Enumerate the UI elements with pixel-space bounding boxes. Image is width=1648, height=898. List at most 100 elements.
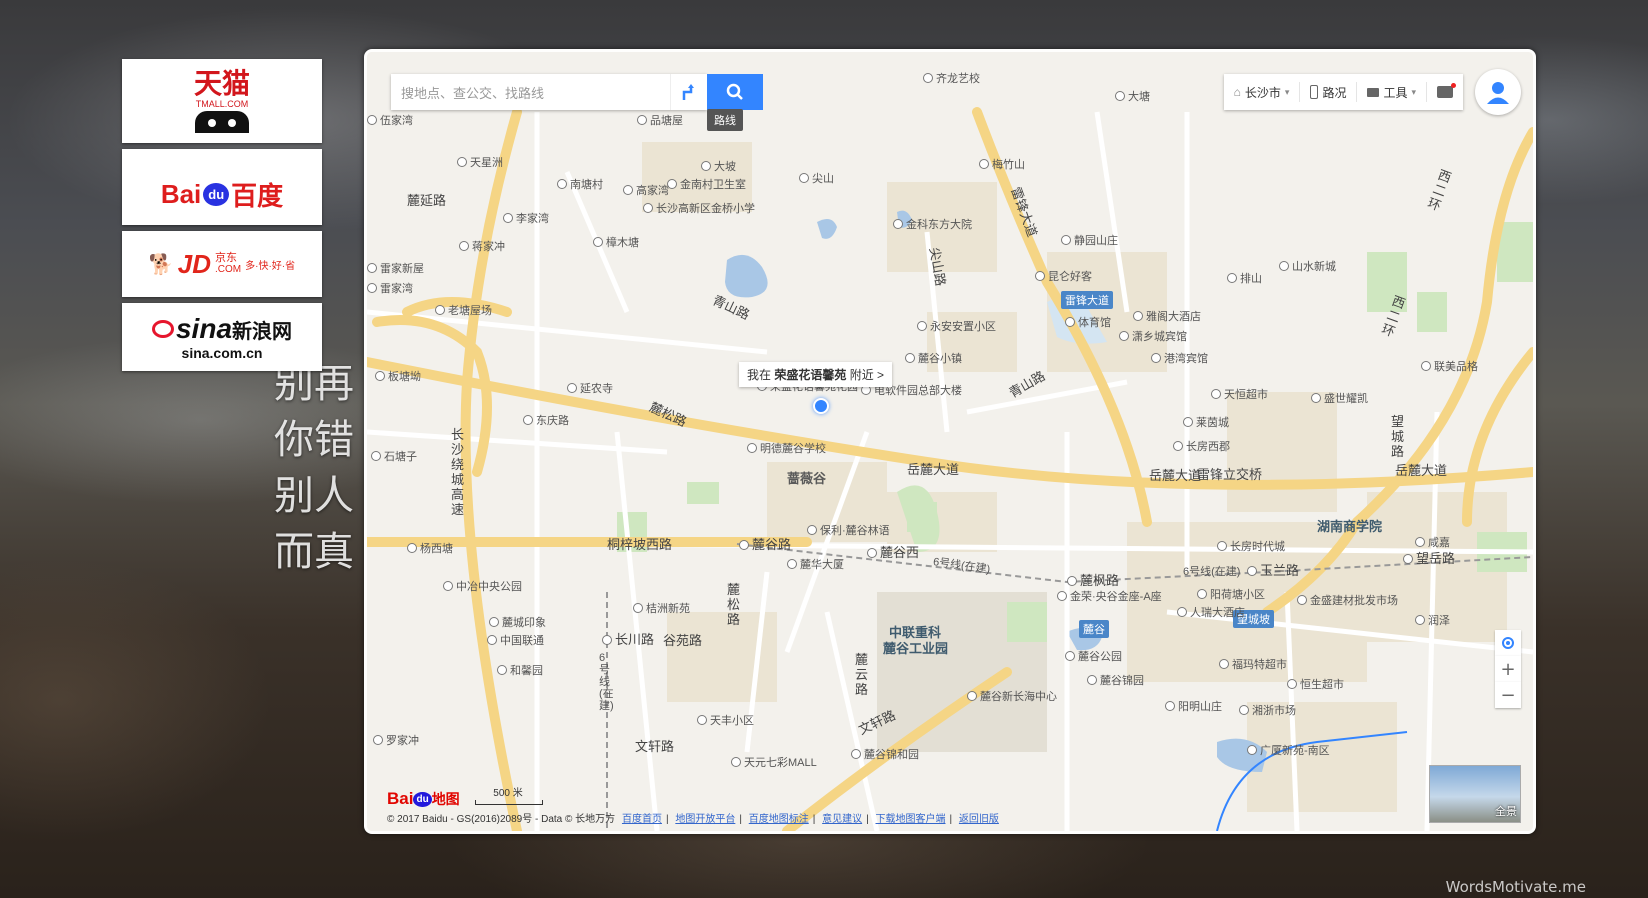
- poi-label[interactable]: 福玛特超市: [1219, 656, 1287, 672]
- poi-label[interactable]: 东庆路: [523, 412, 569, 428]
- poi-label[interactable]: 麓谷公园: [1065, 648, 1122, 664]
- poi-label[interactable]: 长房西郡: [1173, 438, 1230, 454]
- search-bar[interactable]: 搜地点、查公交、找路线: [391, 74, 707, 110]
- poi-label[interactable]: 天丰小区: [697, 712, 754, 728]
- poi-label[interactable]: 天元七彩MALL: [731, 754, 817, 770]
- poi-label[interactable]: 板塘坳: [375, 368, 421, 384]
- poi-label[interactable]: 延农寺: [567, 380, 613, 396]
- footer-link[interactable]: 下载地图客户端: [876, 814, 946, 825]
- message-button[interactable]: [1427, 82, 1463, 102]
- poi-label[interactable]: 雅阁大酒店: [1133, 308, 1201, 324]
- poi-label[interactable]: 中国联通: [487, 632, 544, 648]
- search-button[interactable]: [707, 74, 763, 110]
- map-canvas[interactable]: [367, 52, 1533, 831]
- poi-label[interactable]: 盛世耀凯: [1311, 390, 1368, 406]
- traffic-button[interactable]: 路况: [1300, 82, 1358, 102]
- poi-label[interactable]: 蒋家冲: [459, 238, 505, 254]
- poi-label[interactable]: 永安安置小区: [917, 318, 996, 334]
- search-input[interactable]: 搜地点、查公交、找路线: [391, 83, 670, 102]
- poi-label[interactable]: 尖山: [799, 170, 834, 186]
- poi-label[interactable]: 金南村卫生室: [667, 176, 746, 192]
- tmall-logo-link[interactable]: 天猫 TMALL.COM: [122, 59, 322, 143]
- user-avatar-button[interactable]: [1475, 69, 1521, 115]
- footer-link[interactable]: 百度首页: [622, 814, 662, 825]
- poi-label[interactable]: 高家湾: [623, 182, 669, 198]
- poi-label[interactable]: 阳明山庄: [1165, 698, 1222, 714]
- tools-menu[interactable]: 工具 ▾: [1357, 82, 1427, 102]
- poi-label[interactable]: 罗家冲: [373, 732, 419, 748]
- zoom-in-button[interactable]: +: [1495, 656, 1521, 682]
- map-toolbar: ⌂ 长沙市 ▾ 路况 工具 ▾: [1223, 74, 1463, 110]
- poi-label[interactable]: 雷家新屋: [367, 260, 424, 276]
- footer-link[interactable]: 地图开放平台: [675, 814, 735, 825]
- poi-label[interactable]: 麓谷锦园: [1087, 672, 1144, 688]
- poi-label[interactable]: 大塘: [1115, 88, 1150, 104]
- poi-label[interactable]: 伍家湾: [367, 112, 413, 128]
- poi-label[interactable]: 桔洲新苑: [633, 600, 690, 616]
- poi-label[interactable]: 恒生超市: [1287, 676, 1344, 692]
- poi-label[interactable]: 梅竹山: [979, 156, 1025, 172]
- poi-label[interactable]: 排山: [1227, 270, 1262, 286]
- jd-logo-suffix: .COM: [215, 264, 242, 275]
- current-location-marker[interactable]: [813, 398, 829, 414]
- poi-label[interactable]: 麓谷小镇: [905, 350, 962, 366]
- poi-label[interactable]: 麓华大厦: [787, 556, 844, 572]
- poi-label[interactable]: 润泽: [1415, 612, 1450, 628]
- poi-label[interactable]: 齐龙艺校: [923, 70, 980, 86]
- poi-label[interactable]: 潇乡城宾馆: [1119, 328, 1187, 344]
- poi-label[interactable]: 山水新城: [1279, 258, 1336, 274]
- footer-link[interactable]: 百度地图标注: [749, 814, 809, 825]
- poi-label[interactable]: 人瑞大酒店: [1177, 604, 1245, 620]
- poi-label[interactable]: 明德麓谷学校: [747, 440, 826, 456]
- poi-label[interactable]: 湘浙市场: [1239, 702, 1296, 718]
- footer-link[interactable]: 意见建议: [822, 814, 862, 825]
- poi-label[interactable]: 港湾宾馆: [1151, 350, 1208, 366]
- poi-label[interactable]: 莱茵城: [1183, 414, 1229, 430]
- poi-name: 大塘: [1128, 91, 1150, 103]
- poi-label[interactable]: 大坡: [701, 158, 736, 174]
- poi-label[interactable]: 雷家湾: [367, 280, 413, 296]
- footer-link[interactable]: 返回旧版: [959, 814, 999, 825]
- poi-label[interactable]: 广厦新苑-南区: [1247, 742, 1330, 758]
- poi-label[interactable]: 杨西塘: [407, 540, 453, 556]
- poi-label[interactable]: 老塘屋场: [435, 302, 492, 318]
- poi-label[interactable]: 长沙高新区金桥小学: [643, 200, 755, 216]
- poi-label[interactable]: 长房时代城: [1217, 538, 1285, 554]
- poi-label[interactable]: 体育馆: [1065, 314, 1111, 330]
- poi-label[interactable]: 阳荷塘小区: [1197, 586, 1265, 602]
- poi-label[interactable]: 樟木塘: [593, 234, 639, 250]
- poi-name: 麓谷新长海中心: [980, 691, 1057, 703]
- poi-label[interactable]: 金盛建材批发市场: [1297, 592, 1398, 608]
- city-selector[interactable]: ⌂ 长沙市 ▾: [1224, 82, 1301, 102]
- baidu-logo-link[interactable]: Bai du 百度: [122, 149, 322, 225]
- poi-label[interactable]: 南塘村: [557, 176, 603, 192]
- poi-label[interactable]: 天恒超市: [1211, 386, 1268, 402]
- poi-label[interactable]: 石塘子: [371, 448, 417, 464]
- station-icon: [602, 635, 612, 645]
- chevron-down-icon: ▾: [1284, 86, 1290, 97]
- poi-label[interactable]: 咸嘉: [1415, 534, 1450, 550]
- poi-label[interactable]: 李家湾: [503, 210, 549, 226]
- poi-label[interactable]: 麓谷锦和园: [851, 746, 919, 762]
- poi-label[interactable]: 保利·麓谷林语: [807, 522, 890, 538]
- locate-button[interactable]: [1495, 630, 1521, 656]
- jd-logo-link[interactable]: 🐕 JD 京东 .COM 多·快·好·省: [122, 231, 322, 297]
- poi-label[interactable]: 中冶中央公园: [443, 578, 522, 594]
- baidu-paw-icon: du: [203, 182, 230, 206]
- poi-label[interactable]: 联美品格: [1421, 358, 1478, 374]
- poi-label[interactable]: 金科东方大院: [893, 216, 972, 232]
- poi-label[interactable]: 昆仑好客: [1035, 268, 1092, 284]
- panorama-thumbnail[interactable]: 全景: [1429, 765, 1521, 823]
- poi-label[interactable]: 金荣·央谷金座-A座: [1057, 588, 1162, 604]
- poi-label[interactable]: 麓谷新长海中心: [967, 688, 1057, 704]
- location-popup[interactable]: 我在 荣盛花语馨苑 附近 >: [739, 362, 893, 387]
- poi-label[interactable]: 和馨园: [497, 662, 543, 678]
- sina-logo-link[interactable]: sina 新浪网 sina.com.cn: [122, 303, 322, 371]
- poi-label[interactable]: 品塘屋: [637, 112, 683, 128]
- poi-label[interactable]: 天星洲: [457, 154, 503, 170]
- baidu-map-window[interactable]: 麓延路 青山路 麓松路 岳麓大道 岳麓大道 岳麓大道 桐梓坡西路 谷苑路 文轩路…: [364, 49, 1536, 834]
- poi-label[interactable]: 静园山庄: [1061, 232, 1118, 248]
- poi-label[interactable]: 麓城印象: [489, 614, 546, 630]
- route-button[interactable]: [670, 74, 707, 110]
- zoom-out-button[interactable]: −: [1495, 682, 1521, 708]
